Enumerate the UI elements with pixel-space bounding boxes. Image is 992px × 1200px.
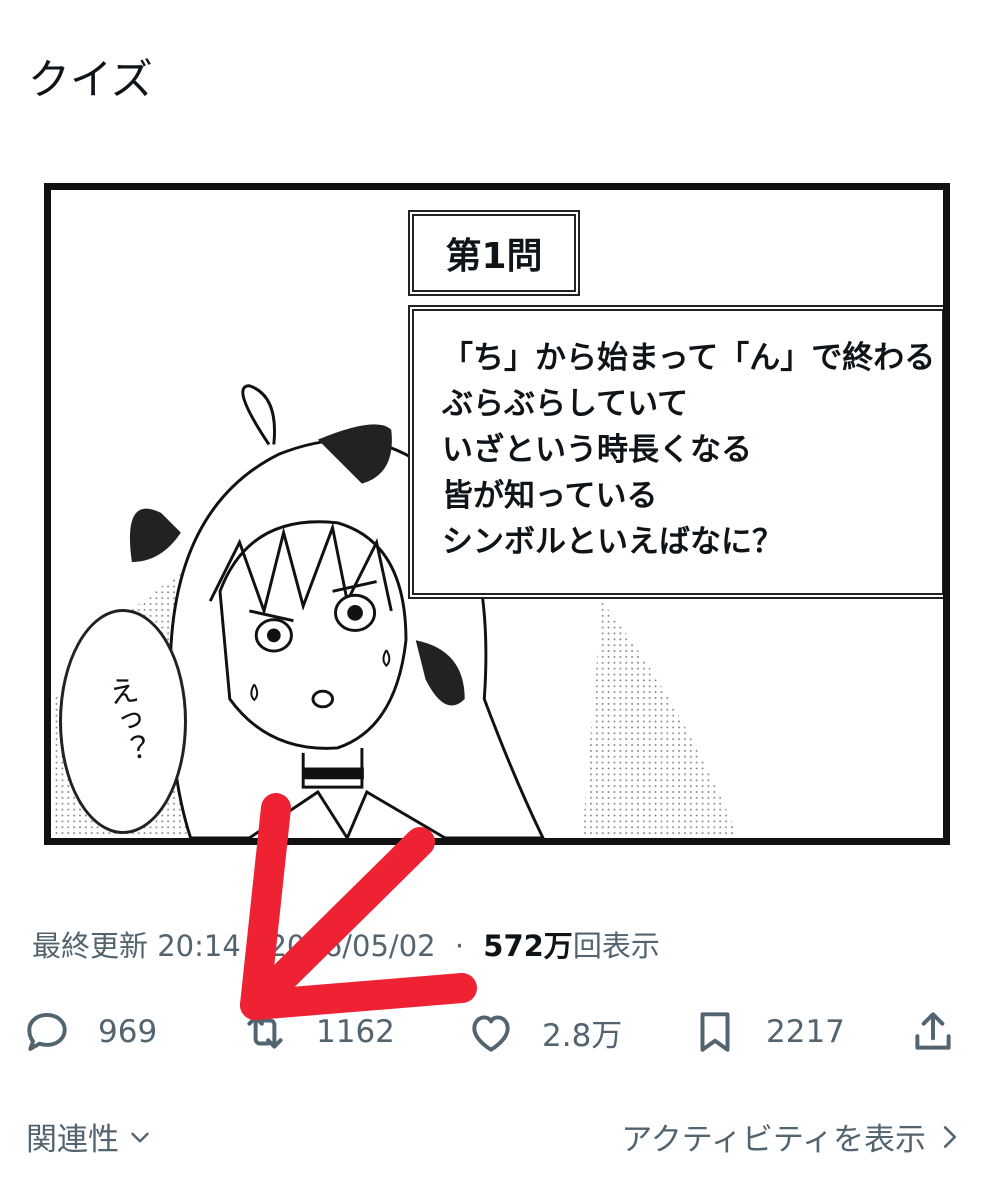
question-text-box: 「ち」から始まって「ん」で終わる ぶらぶらしていて いざという時長くなる 皆が知… bbox=[408, 305, 943, 599]
reply-button[interactable]: 969 bbox=[22, 1000, 157, 1064]
like-button[interactable]: 2.8万 bbox=[466, 1000, 622, 1064]
post-timestamp[interactable]: 20:14 · 2026/05/02 bbox=[157, 929, 435, 963]
share-icon bbox=[915, 1012, 951, 1050]
like-icon bbox=[472, 1015, 510, 1052]
post-meta: 最終更新 20:14 · 2026/05/02 · 572万回表示 bbox=[32, 923, 660, 965]
activity-label: アクティビティを表示 bbox=[621, 1122, 926, 1158]
bookmark-button[interactable]: 2217 bbox=[690, 1000, 845, 1064]
retweet-button[interactable]: 1162 bbox=[240, 1000, 395, 1064]
share-button[interactable] bbox=[908, 1000, 958, 1064]
post-text: クイズ bbox=[28, 55, 153, 104]
speech-bubble: えっ？ bbox=[59, 609, 187, 834]
question-line: シンボルといえばなに？ bbox=[442, 524, 783, 560]
action-bar: 969 1162 2.8万 2217 bbox=[0, 1000, 992, 1064]
retweet-icon bbox=[247, 1015, 283, 1049]
like-count: 2.8万 bbox=[542, 1017, 623, 1054]
question-line: 皆が知っている bbox=[442, 478, 658, 514]
bookmark-icon bbox=[700, 1012, 730, 1052]
question-number: 第1問 bbox=[445, 236, 543, 277]
question-number-box: 第1問 bbox=[408, 210, 580, 296]
meta-separator: · bbox=[454, 929, 465, 963]
sort-dropdown[interactable]: 関連性 bbox=[26, 1114, 153, 1159]
post-media-image[interactable]: 第1問 「ち」から始まって「ん」で終わる ぶらぶらしていて いざという時長くなる… bbox=[44, 183, 950, 845]
bookmark-count: 2217 bbox=[766, 1014, 845, 1050]
view-activity-link[interactable]: アクティビティを表示 bbox=[621, 1114, 962, 1159]
manga-panel: 第1問 「ち」から始まって「ん」で終わる ぶらぶらしていて いざという時長くなる… bbox=[44, 183, 950, 845]
views-label: 回表示 bbox=[572, 929, 660, 963]
question-line: ぶらぶらしていて bbox=[442, 386, 689, 422]
views-count: 572万 bbox=[483, 929, 573, 963]
chevron-right-icon bbox=[943, 1125, 957, 1148]
retweet-count: 1162 bbox=[316, 1014, 395, 1050]
question-line: 「ち」から始まって「ん」で終わる bbox=[442, 340, 936, 376]
question-line: いざという時長くなる bbox=[442, 432, 752, 468]
sort-label: 関連性 bbox=[26, 1122, 119, 1158]
reply-icon bbox=[27, 1012, 67, 1051]
updated-label: 最終更新 bbox=[32, 929, 149, 963]
reply-count: 969 bbox=[98, 1014, 158, 1050]
chevron-down-icon bbox=[131, 1132, 149, 1143]
speech-bubble-text: えっ？ bbox=[100, 673, 149, 768]
